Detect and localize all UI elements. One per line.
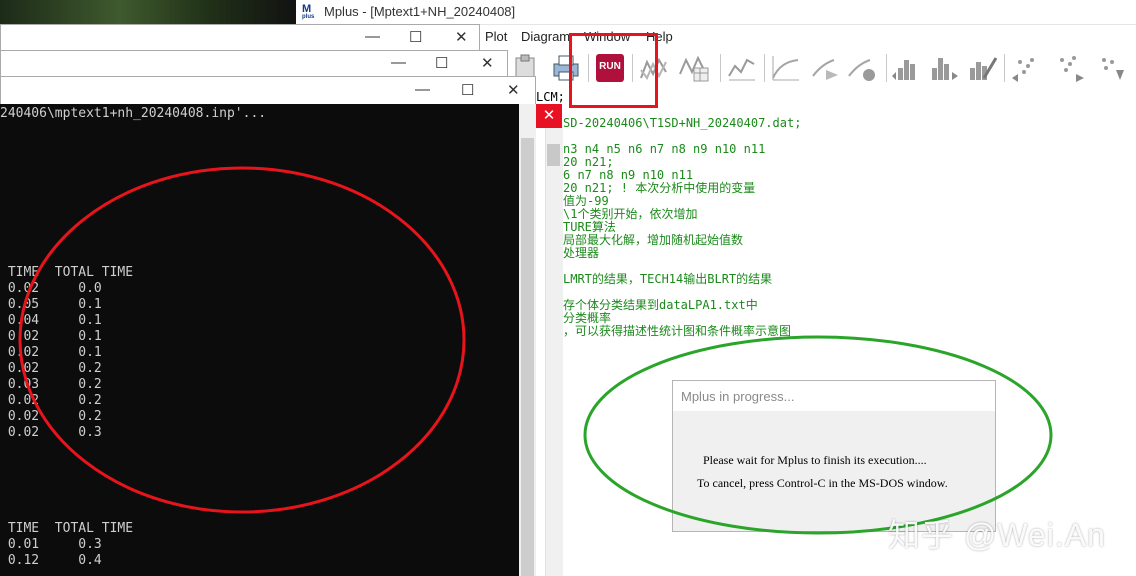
dialog-highlight-ellipse bbox=[583, 335, 1053, 535]
console-highlight-ellipse bbox=[18, 166, 466, 514]
watermark: 知乎 @Wei.An bbox=[888, 517, 1106, 553]
annotation-overlay bbox=[18, 166, 1053, 535]
